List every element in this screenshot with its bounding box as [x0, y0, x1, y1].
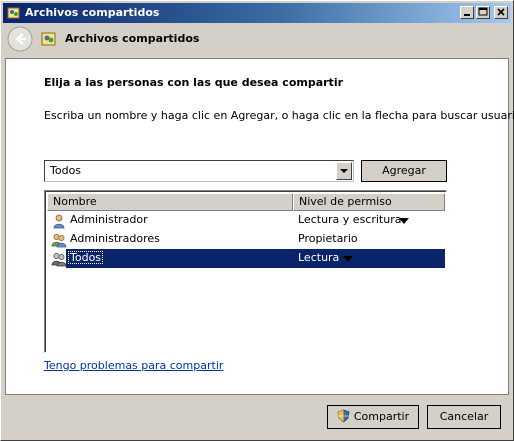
selection-highlight [66, 249, 445, 268]
page-title: Archivos compartidos [65, 32, 200, 45]
sharing-icon [41, 32, 56, 46]
shield-icon [337, 409, 350, 423]
user-combobox[interactable]: Todos [44, 160, 354, 182]
row-permission: Propietario [298, 232, 358, 245]
minimize-icon [464, 14, 470, 16]
navigation-bar: Archivos compartidos [3, 25, 511, 55]
close-icon [497, 8, 505, 16]
sharing-app-icon [7, 7, 20, 19]
permission-dropdown-icon[interactable] [343, 256, 353, 262]
group-icon [51, 253, 67, 267]
sharing-dialog: Archivos compartidos Archivos compartido… [0, 0, 514, 441]
title-bar[interactable]: Archivos compartidos [3, 3, 511, 23]
window-title: Archivos compartidos [25, 6, 160, 19]
table-row[interactable]: Todos Lectura [47, 249, 445, 268]
section-heading: Elija a las personas con las que desea c… [44, 76, 344, 89]
share-button-label: Compartir [353, 410, 410, 423]
minimize-button[interactable] [460, 6, 474, 19]
user-icon [53, 214, 65, 229]
maximize-icon [478, 7, 488, 16]
close-button[interactable] [494, 6, 508, 19]
permission-dropdown-icon[interactable] [399, 218, 409, 224]
back-arrow-icon[interactable] [7, 26, 33, 52]
help-link[interactable]: Tengo problemas para compartir [44, 359, 223, 372]
table-header: Nombre Nivel de permiso [47, 193, 445, 211]
table-row[interactable]: Administrador Lectura y escritura [47, 211, 445, 230]
column-header-name[interactable]: Nombre [47, 193, 293, 211]
row-permission[interactable]: Lectura y escritura [298, 213, 401, 226]
chevron-down-icon [340, 169, 348, 173]
group-icon [51, 234, 67, 248]
table-row[interactable]: Administradores Propietario [47, 230, 445, 249]
instructions-text: Escriba un nombre y haga clic en Agregar… [44, 109, 514, 122]
share-button[interactable]: Compartir [327, 405, 419, 429]
row-name: Administrador [70, 213, 148, 226]
add-button[interactable]: Agregar [361, 160, 447, 182]
content-panel: Elija a las personas con las que desea c… [5, 58, 514, 395]
user-combobox-value[interactable]: Todos [50, 164, 81, 177]
maximize-button[interactable] [476, 6, 490, 19]
row-permission[interactable]: Lectura [298, 251, 339, 264]
combobox-dropdown-button[interactable] [336, 162, 352, 180]
permissions-table: Nombre Nivel de permiso Administrador Le… [44, 190, 447, 353]
column-header-permission[interactable]: Nivel de permiso [293, 193, 445, 211]
row-name: Todos [68, 251, 104, 264]
row-name: Administradores [70, 232, 160, 245]
cancel-button[interactable]: Cancelar [427, 405, 501, 429]
